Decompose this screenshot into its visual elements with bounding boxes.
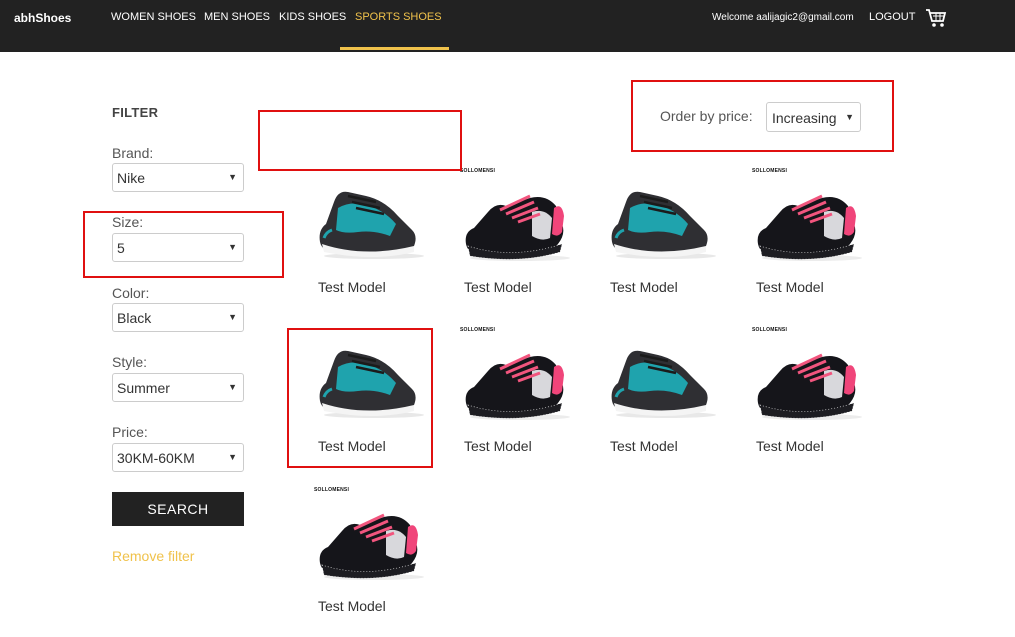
chevron-down-icon: ▼ xyxy=(228,312,237,322)
product-card[interactable]: SOLLOMENSI Test Model xyxy=(752,168,877,318)
nav-kids-shoes[interactable]: KIDS SHOES xyxy=(279,11,346,23)
chevron-down-icon: ▼ xyxy=(228,452,237,462)
product-name[interactable]: Test Model xyxy=(318,598,386,614)
annotation-box xyxy=(258,110,462,171)
product-card[interactable]: Test Model xyxy=(606,168,731,318)
search-button[interactable]: SEARCH xyxy=(112,492,244,526)
product-name[interactable]: Test Model xyxy=(464,279,532,295)
brand-select[interactable]: Nike ▼ xyxy=(112,163,244,192)
nav-women-shoes[interactable]: WOMEN SHOES xyxy=(111,11,196,23)
top-navbar: abhShoes WOMEN SHOES MEN SHOES KIDS SHOE… xyxy=(0,0,1015,52)
filter-title: FILTER xyxy=(112,105,159,120)
product-card[interactable]: SOLLOMENSI Test Model xyxy=(460,327,585,477)
product-name[interactable]: Test Model xyxy=(610,279,678,295)
brand-select-value: Nike xyxy=(117,170,146,186)
style-select-value: Summer xyxy=(117,380,170,396)
price-label: Price: xyxy=(112,424,148,440)
style-select[interactable]: Summer ▼ xyxy=(112,373,244,402)
product-card[interactable]: SOLLOMENSI Test Model xyxy=(460,168,585,318)
brand-logo[interactable]: abhShoes xyxy=(14,11,71,25)
color-select[interactable]: Black ▼ xyxy=(112,303,244,332)
chevron-down-icon: ▼ xyxy=(228,382,237,392)
product-card[interactable]: Test Model xyxy=(314,168,439,318)
brand-label: Brand: xyxy=(112,145,154,161)
product-card[interactable]: SOLLOMENSI Test Model xyxy=(752,327,877,477)
product-brand-mark: SOLLOMENSI xyxy=(314,487,350,493)
logout-link[interactable]: LOGOUT xyxy=(869,11,915,23)
product-card[interactable]: Test Model xyxy=(606,327,731,477)
product-name[interactable]: Test Model xyxy=(464,438,532,454)
annotation-box xyxy=(631,80,894,152)
product-brand-mark: SOLLOMENSI xyxy=(752,168,788,174)
product-brand-mark: SOLLOMENSI xyxy=(460,327,496,333)
chevron-down-icon: ▼ xyxy=(228,172,237,182)
welcome-message: Welcome aalijagic2@gmail.com xyxy=(712,12,854,23)
price-select[interactable]: 30KM-60KM ▼ xyxy=(112,443,244,472)
shopping-cart-icon[interactable] xyxy=(925,8,947,28)
remove-filter-link[interactable]: Remove filter xyxy=(112,548,194,564)
annotation-box xyxy=(287,328,433,468)
nav-men-shoes[interactable]: MEN SHOES xyxy=(204,11,270,23)
color-label: Color: xyxy=(112,285,150,301)
annotation-box xyxy=(83,211,284,278)
product-brand-mark: SOLLOMENSI xyxy=(460,168,496,174)
product-brand-mark: SOLLOMENSI xyxy=(752,327,788,333)
nav-sports-shoes[interactable]: SPORTS SHOES xyxy=(355,11,442,23)
product-name[interactable]: Test Model xyxy=(318,279,386,295)
active-nav-underline xyxy=(340,47,449,50)
color-select-value: Black xyxy=(117,310,152,326)
product-name[interactable]: Test Model xyxy=(756,279,824,295)
price-select-value: 30KM-60KM xyxy=(117,450,195,466)
product-card[interactable]: SOLLOMENSI Test Model xyxy=(314,487,439,637)
style-label: Style: xyxy=(112,354,148,370)
product-name[interactable]: Test Model xyxy=(756,438,824,454)
product-name[interactable]: Test Model xyxy=(610,438,678,454)
